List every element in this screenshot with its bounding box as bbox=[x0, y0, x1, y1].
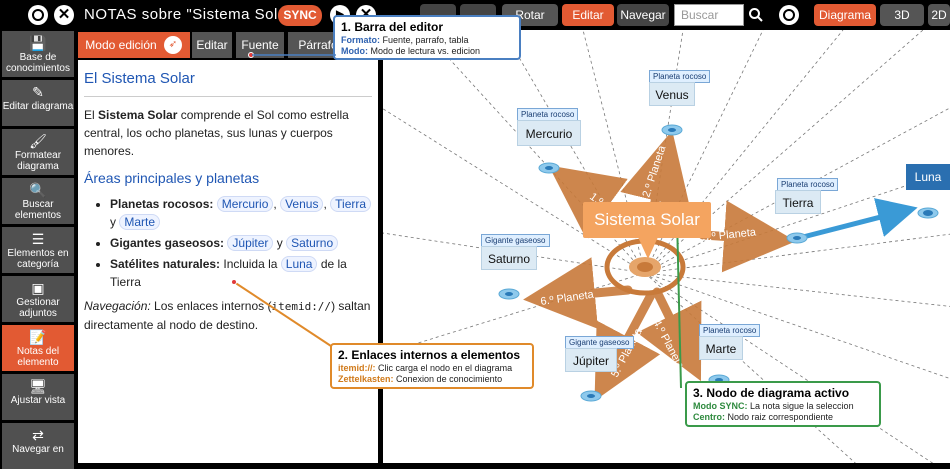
sidebar-item-knowledge-base[interactable]: 💾 Base de conocimientos bbox=[2, 31, 74, 77]
pencil-icon: ✎ bbox=[32, 84, 44, 100]
edit-mode-toggle[interactable]: Modo edición ➶ bbox=[78, 32, 190, 58]
callout-editor-toolbar: 1. Barra del editor Formato: Fuente, par… bbox=[333, 15, 521, 60]
sidebar-item-label: Gestionar adjuntos bbox=[16, 297, 60, 319]
notes-editor: Modo edición ➶ Editar Fuente Párrafo El … bbox=[78, 30, 378, 463]
window-title: NOTAS sobre "Sistema Solar" bbox=[84, 6, 298, 23]
sidebar: 💾 Base de conocimientos ✎ Editar diagram… bbox=[0, 30, 76, 469]
edit-mode-label: Modo edición bbox=[85, 38, 157, 52]
navigate-mode-button[interactable]: Navegar bbox=[617, 4, 669, 26]
brush-icon: 🖌 bbox=[29, 133, 47, 149]
sidebar-item-format-diagram[interactable]: 🖌 Formatear diagrama bbox=[2, 129, 74, 175]
close-icon: ✕ bbox=[57, 6, 71, 23]
search-button[interactable] bbox=[746, 4, 766, 26]
note-heading: El Sistema Solar bbox=[84, 70, 372, 97]
center-node-pointer bbox=[638, 237, 658, 259]
node-luna[interactable]: Luna bbox=[906, 164, 950, 190]
sidebar-item-navigate[interactable]: ⇄ Navegar en bbox=[2, 423, 74, 469]
diagram-view-button[interactable]: Diagrama bbox=[814, 4, 876, 26]
note-content[interactable]: El Sistema Solar El Sistema Solar compre… bbox=[78, 60, 378, 463]
sidebar-item-label: Ajustar vista bbox=[10, 395, 66, 406]
edge-label-6: 6.º Planeta bbox=[540, 289, 596, 308]
search-icon bbox=[749, 8, 763, 22]
callout-active-node: 3. Nodo de diagrama activo Modo SYNC: La… bbox=[685, 381, 881, 427]
view-3d-button[interactable]: 3D bbox=[880, 4, 924, 26]
home-button[interactable] bbox=[28, 5, 48, 25]
search-icon: 🔍 bbox=[29, 182, 47, 198]
sidebar-item-category[interactable]: ☰ Elementos en categoría bbox=[2, 227, 74, 273]
sidebar-item-label: Editar diagrama bbox=[2, 101, 74, 112]
edit-mode-button[interactable]: Editar bbox=[562, 4, 614, 26]
image-icon: ▣ bbox=[31, 280, 45, 296]
sidebar-item-label: Notas del elemento bbox=[16, 346, 60, 368]
note-subheading: Áreas principales y planetas bbox=[84, 170, 260, 186]
callout1-line bbox=[252, 54, 336, 56]
sync-toggle[interactable]: SYNC bbox=[278, 5, 322, 26]
callout2-line bbox=[233, 281, 335, 349]
sidebar-item-attachments[interactable]: ▣ Gestionar adjuntos bbox=[2, 276, 74, 322]
sidebar-item-label: Formatear diagrama bbox=[14, 150, 62, 172]
callout2-dot bbox=[231, 279, 237, 285]
node-marte[interactable]: Marte bbox=[699, 336, 743, 360]
sidebar-item-label: Navegar en bbox=[12, 444, 64, 455]
callout-internal-links: 2. Enlaces internos a elementos itemid:/… bbox=[330, 343, 534, 389]
node-saturno[interactable]: Saturno bbox=[481, 246, 537, 270]
pin-icon: ➶ bbox=[164, 36, 182, 54]
list-icon: ☰ bbox=[31, 231, 45, 247]
node-venus[interactable]: Venus bbox=[649, 82, 695, 106]
list-item: Gigantes gaseosos: Júpiter y Saturno bbox=[110, 234, 372, 252]
view-2d-button[interactable]: 2D bbox=[928, 4, 950, 26]
link-tierra[interactable]: Tierra bbox=[330, 196, 372, 212]
planet-list: Planetas rocosos: Mercurio, Venus, Tierr… bbox=[84, 195, 372, 291]
sidebar-item-adjust-view[interactable]: 🖥 Ajustar vista bbox=[2, 374, 74, 420]
focus-button[interactable] bbox=[779, 5, 799, 25]
target-icon bbox=[32, 9, 44, 21]
search-input[interactable]: Buscar bbox=[674, 4, 744, 26]
sidebar-item-label: Base de conocimientos bbox=[6, 52, 70, 74]
link-marte[interactable]: Marte bbox=[119, 214, 161, 230]
center-node[interactable]: Sistema Solar bbox=[583, 202, 711, 238]
arrows-icon: ⇄ bbox=[32, 427, 44, 443]
save-icon: 💾 bbox=[29, 35, 47, 51]
sidebar-item-notes[interactable]: 📝 Notas del elemento bbox=[2, 325, 74, 371]
link-saturno[interactable]: Saturno bbox=[286, 235, 339, 251]
node-mercurio[interactable]: Mercurio bbox=[517, 120, 581, 146]
sidebar-item-label: Elementos en categoría bbox=[7, 248, 69, 270]
close-notes-button[interactable]: ✕ bbox=[54, 5, 74, 25]
notes-icon: 📝 bbox=[29, 329, 47, 345]
sidebar-item-edit-diagram[interactable]: ✎ Editar diagrama bbox=[2, 80, 74, 126]
node-tierra[interactable]: Tierra bbox=[775, 190, 821, 214]
sidebar-item-search[interactable]: 🔍 Buscar elementos bbox=[2, 178, 74, 224]
monitor-icon: 🖥 bbox=[29, 378, 47, 394]
list-item: Planetas rocosos: Mercurio, Venus, Tierr… bbox=[110, 195, 372, 231]
link-luna[interactable]: Luna bbox=[280, 256, 318, 272]
link-mercurio[interactable]: Mercurio bbox=[216, 196, 274, 212]
sidebar-item-label: Buscar elementos bbox=[14, 199, 62, 221]
link-jupiter[interactable]: Júpiter bbox=[227, 235, 274, 251]
note-intro: El Sistema Solar comprende el Sol como e… bbox=[84, 108, 349, 158]
link-venus[interactable]: Venus bbox=[280, 196, 324, 212]
node-jupiter[interactable]: Júpiter bbox=[565, 348, 617, 372]
target-icon bbox=[783, 9, 795, 21]
editor-edit-button[interactable]: Editar bbox=[192, 32, 232, 58]
